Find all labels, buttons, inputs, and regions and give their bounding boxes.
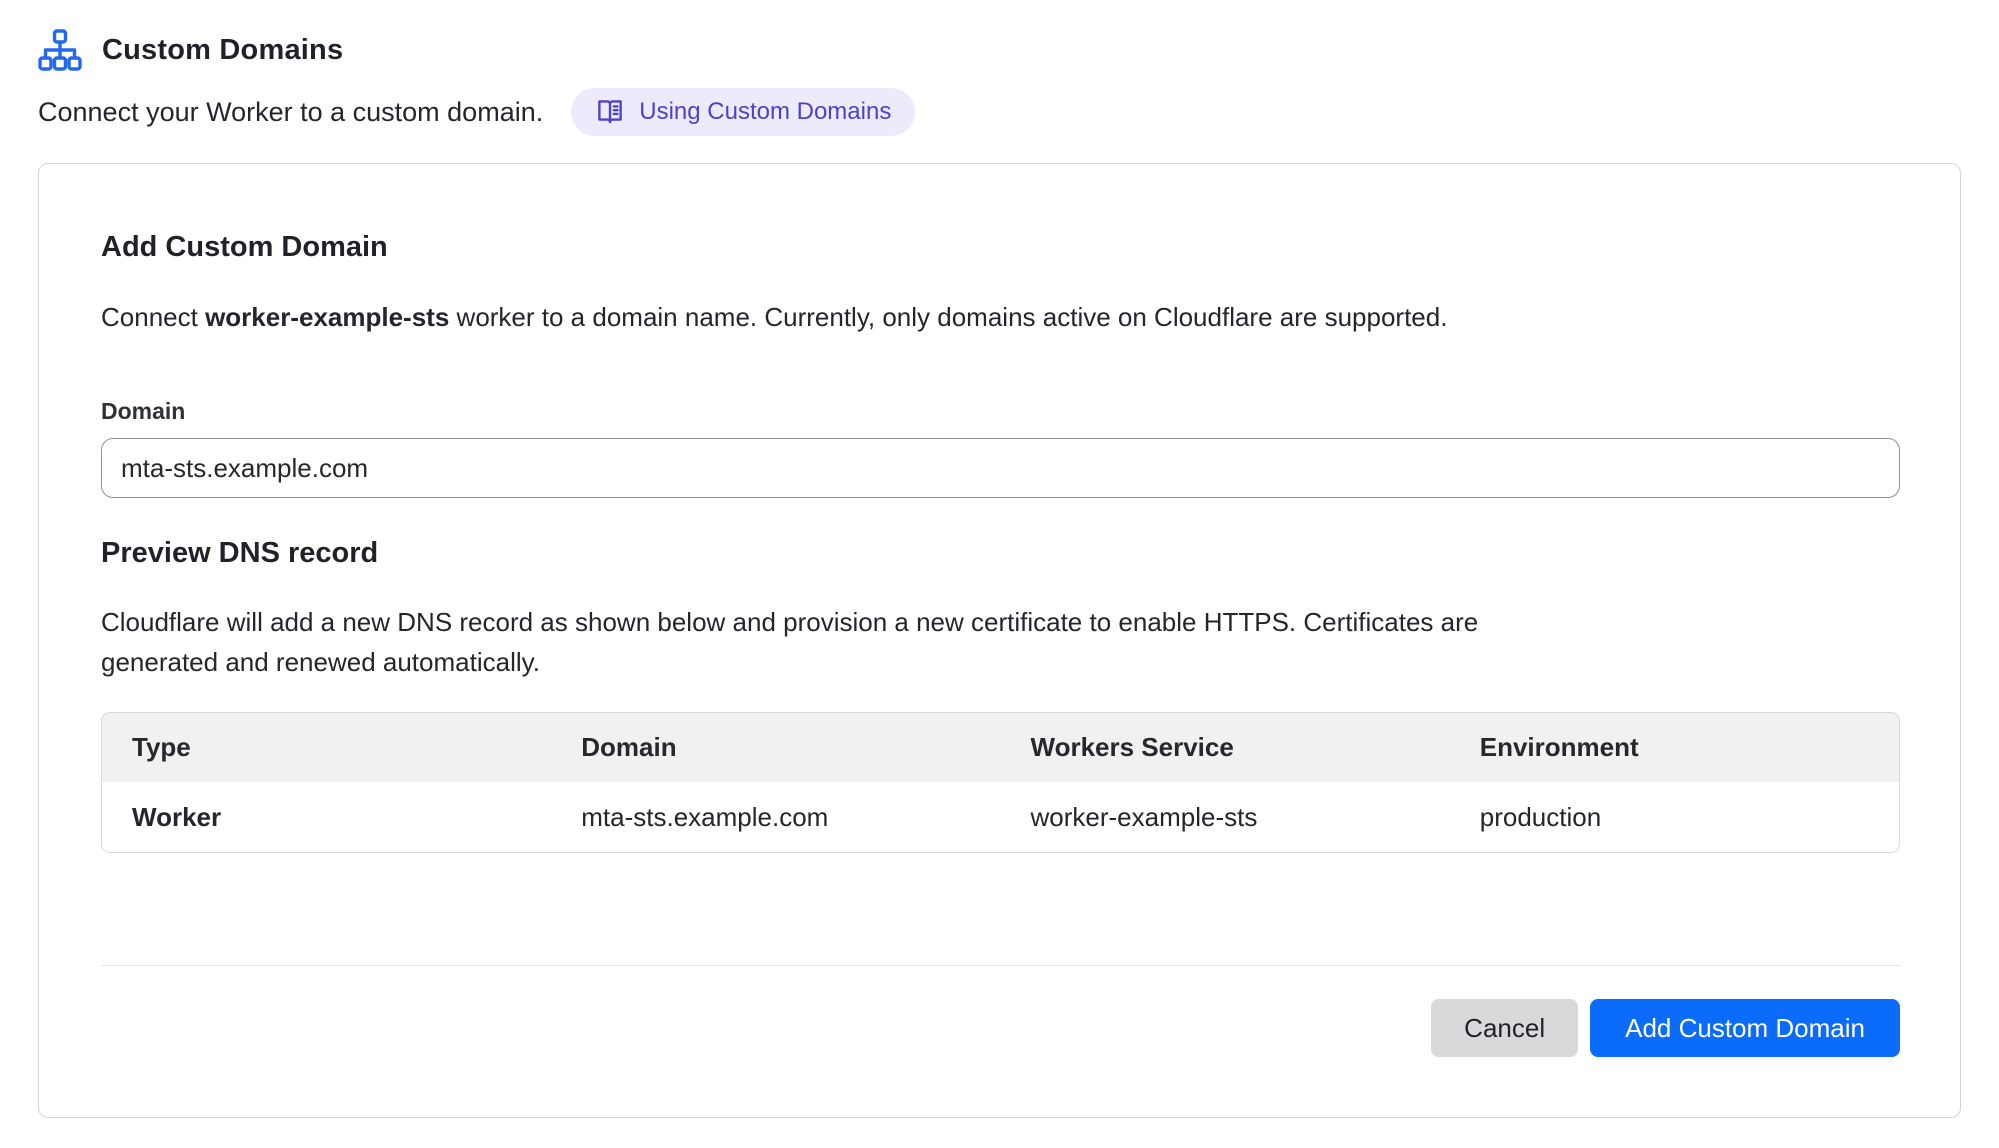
dns-preview-table-wrap: Type Domain Workers Service Environment … [101,712,1900,853]
add-custom-domain-card: Add Custom Domain Connect worker-example… [38,163,1961,1118]
page-title: Custom Domains [102,34,343,67]
actions-row: Cancel Add Custom Domain [101,999,1900,1057]
add-custom-domain-heading: Add Custom Domain [101,230,1900,264]
domain-label: Domain [101,398,1900,425]
dns-preview-table: Type Domain Workers Service Environment … [102,713,1899,852]
table-row: Worker mta-sts.example.com worker-exampl… [102,782,1899,852]
cell-domain: mta-sts.example.com [551,782,1000,852]
domain-input[interactable] [101,438,1900,498]
description-prefix: Connect [101,302,205,332]
description-suffix: worker to a domain name. Currently, only… [449,302,1447,332]
preview-dns-record-heading: Preview DNS record [101,536,1900,570]
column-header-environment: Environment [1450,713,1899,782]
open-book-icon [595,97,625,127]
custom-domains-page: Custom Domains Connect your Worker to a … [0,0,1999,1118]
cell-type: Worker [102,782,551,852]
form-description: Connect worker-example-sts worker to a d… [101,300,1900,334]
cell-workers-service: worker-example-sts [1001,782,1450,852]
docs-link-label: Using Custom Domains [639,98,891,126]
docs-link-using-custom-domains[interactable]: Using Custom Domains [571,88,915,136]
page-header: Custom Domains [38,28,1961,72]
sitemap-icon [38,29,82,71]
add-custom-domain-button[interactable]: Add Custom Domain [1590,999,1900,1057]
worker-name: worker-example-sts [205,302,449,332]
column-header-domain: Domain [551,713,1000,782]
table-header-row: Type Domain Workers Service Environment [102,713,1899,782]
cell-environment: production [1450,782,1899,852]
page-subtitle-row: Connect your Worker to a custom domain. … [38,88,1961,136]
cancel-button[interactable]: Cancel [1431,999,1578,1057]
preview-description: Cloudflare will add a new DNS record as … [101,602,1576,682]
page-subtitle: Connect your Worker to a custom domain. [38,97,543,128]
column-header-workers-service: Workers Service [1001,713,1450,782]
column-header-type: Type [102,713,551,782]
footer-divider [101,965,1900,966]
